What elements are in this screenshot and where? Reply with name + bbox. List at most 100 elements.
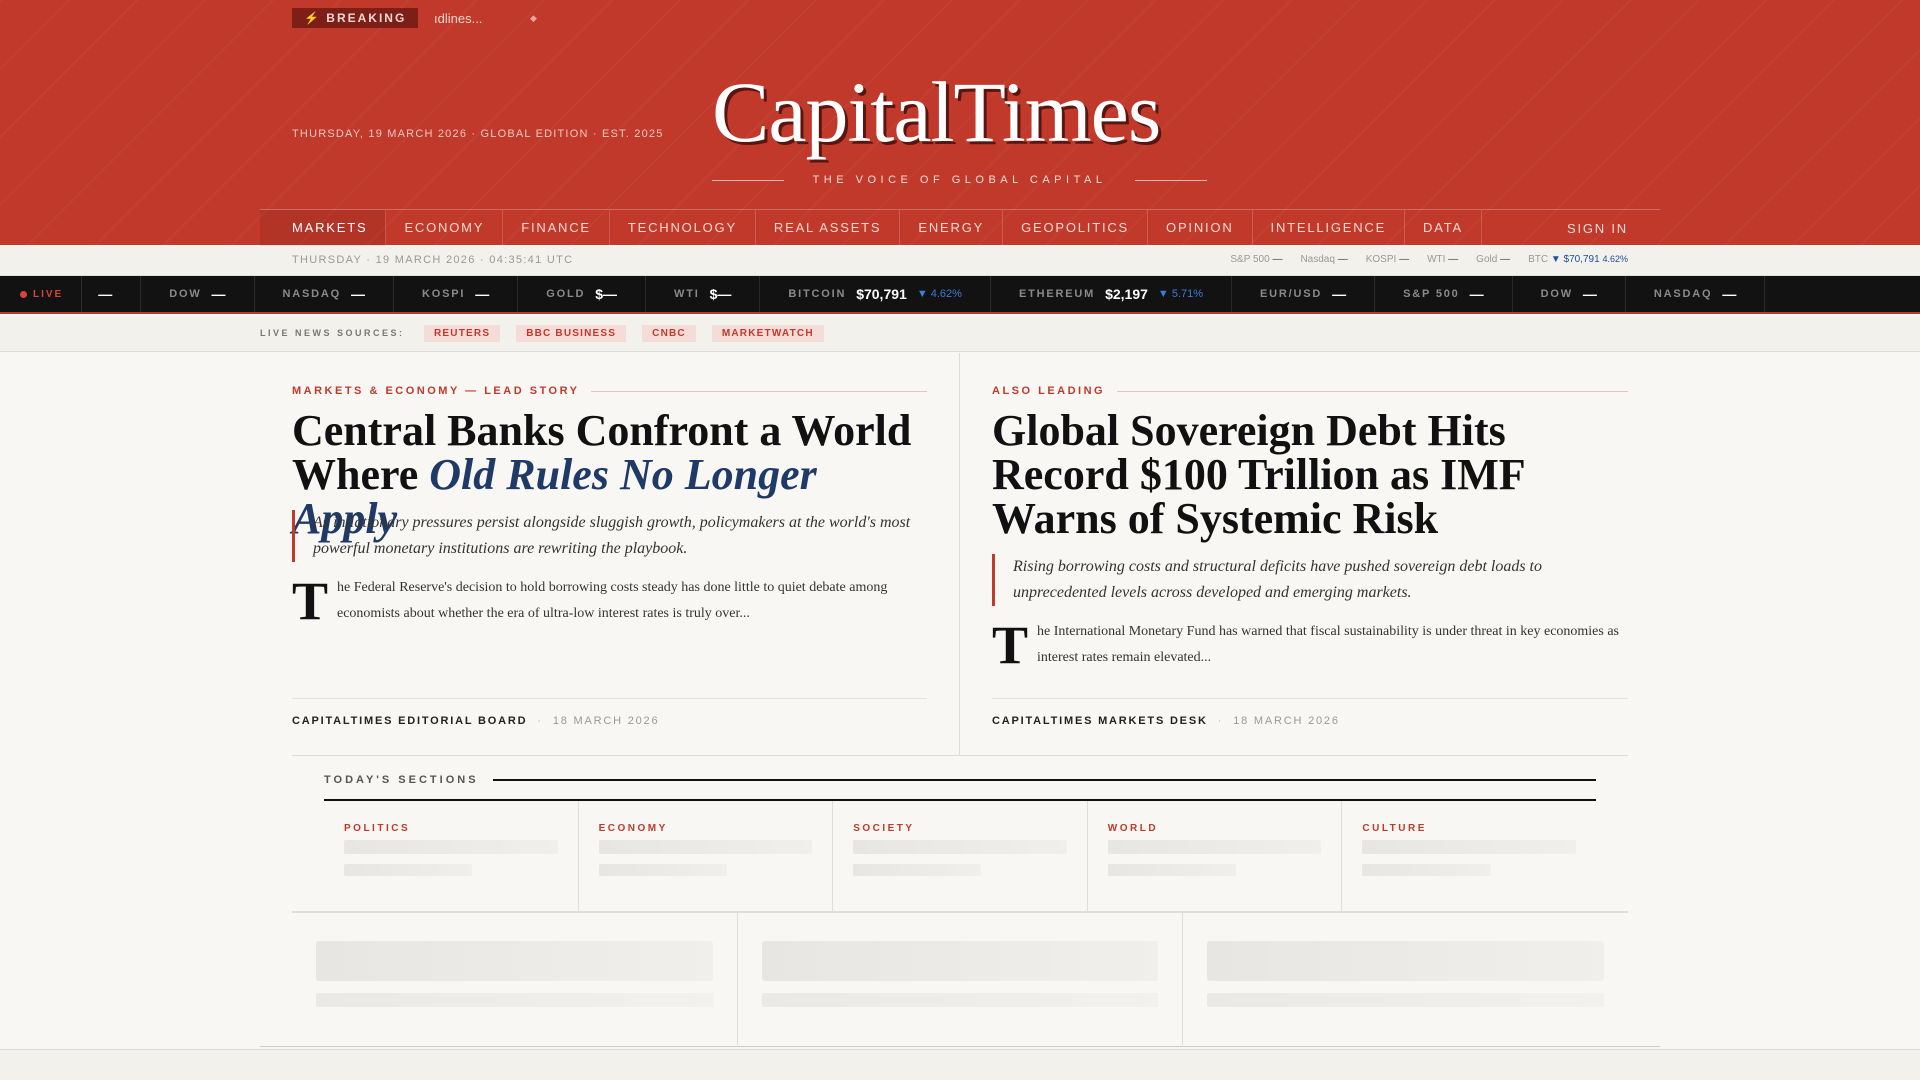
todays-sections-heading: TODAY'S SECTIONS (324, 774, 1596, 786)
ticker-item[interactable]: DOW — (141, 276, 255, 312)
stories-bottom-rule (292, 755, 1628, 756)
loading-skeleton (853, 864, 982, 876)
nav-technology[interactable]: TECHNOLOGY (610, 209, 756, 246)
mini-ticker-item[interactable]: KOSPI — (1366, 254, 1409, 265)
source-reuters[interactable]: REUTERS (424, 325, 501, 342)
nav-markets[interactable]: MARKETS (260, 209, 387, 246)
ticker-item[interactable]: NASDAQ — (1626, 276, 1766, 312)
current-datetime: THURSDAY · 19 MARCH 2026 · 04:35:41 UTC (292, 254, 574, 266)
breaking-badge[interactable]: ⚡ BREAKING (292, 8, 419, 28)
source-marketwatch[interactable]: MARKETWATCH (711, 325, 824, 342)
loading-skeleton (761, 941, 1159, 981)
section-economy[interactable]: ECONOMY (579, 801, 834, 911)
diamond-icon: ◆ (530, 13, 537, 23)
nav-economy[interactable]: ECONOMY (386, 209, 504, 246)
lead-byline: CAPITALTIMES EDITORIAL BOARD · 18 MARCH 20… (292, 698, 927, 727)
lead-body: The Federal Reserve's decision to hold b… (292, 571, 888, 631)
loading-cards (292, 913, 1628, 1045)
loading-skeleton (1107, 864, 1236, 876)
nav-intelligence[interactable]: INTELLIGENCE (1253, 209, 1406, 246)
mini-ticker-item[interactable]: S&P 500 — (1230, 254, 1282, 265)
loading-skeleton (761, 993, 1159, 1007)
source-bbc-business[interactable]: BBC BUSINESS (516, 325, 627, 342)
ticker-item[interactable]: NASDAQ — (255, 276, 394, 312)
sources-list: REUTERS BBC BUSINESS CNBC MARKETWATCH (424, 325, 824, 342)
section-society[interactable]: SOCIETY (833, 801, 1088, 911)
second-body: The International Monetary Fund has warn… (992, 615, 1620, 675)
breaking-label: BREAKING (326, 11, 407, 25)
main-nav: MARKETS ECONOMY FINANCE TECHNOLOGY REAL … (260, 209, 1660, 246)
loading-skeleton (1207, 993, 1605, 1007)
sign-in-link[interactable]: SIGN IN (1567, 210, 1628, 246)
ticker-item[interactable]: WTI $— (646, 276, 761, 312)
kicker-rule (591, 390, 927, 392)
second-headline[interactable]: Global Sovereign Debt Hits Record $100 T… (992, 409, 1628, 541)
tagline-rule-left (712, 179, 784, 181)
column-divider (959, 353, 960, 755)
loading-skeleton (1207, 941, 1605, 981)
nav-data[interactable]: DATA (1405, 209, 1482, 246)
section-culture[interactable]: CULTURE (1342, 801, 1596, 911)
sections-row: POLITICS ECONOMY SOCIETY WORLD CULTURE (324, 799, 1596, 911)
edition-dateline: THURSDAY, 19 MARCH 2026 · GLOBAL EDITION… (292, 128, 664, 140)
site-logo[interactable]: CapitalTimes (712, 62, 1161, 162)
lead-author[interactable]: CAPITALTIMES EDITORIAL BOARD (292, 715, 527, 727)
sources-label: LIVE NEWS SOURCES: (260, 328, 405, 338)
second-story: ALSO LEADING Global Sovereign Debt Hits … (992, 353, 1628, 755)
second-drop-cap: T (992, 615, 1029, 675)
kicker-rule (1117, 390, 1628, 392)
mini-ticker-item[interactable]: Gold — (1476, 254, 1510, 265)
nav-opinion[interactable]: OPINION (1148, 209, 1253, 246)
live-dot-icon (20, 290, 27, 298)
lead-kicker: MARKETS & ECONOMY — LEAD STORY (292, 385, 927, 397)
lead-story: MARKETS & ECONOMY — LEAD STORY Central B… (292, 353, 927, 755)
ticker-item[interactable]: GOLD $— (518, 276, 647, 312)
loading-skeleton (1362, 864, 1491, 876)
loading-skeleton (344, 864, 473, 876)
ticker-item[interactable]: ETHEREUM $2,197 ▼ 5.71% (991, 276, 1233, 312)
loading-skeleton (344, 840, 558, 854)
source-cnbc[interactable]: CNBC (642, 325, 696, 342)
section-politics[interactable]: POLITICS (324, 801, 579, 911)
second-author[interactable]: CAPITALTIMES MARKETS DESK (992, 715, 1208, 727)
tagline: THE VOICE OF GLOBAL CAPITAL (712, 174, 1207, 186)
nav-real-assets[interactable]: REAL ASSETS (756, 209, 901, 246)
lead-date: 18 MARCH 2026 (552, 715, 660, 727)
loading-skeleton (853, 840, 1067, 854)
ticker-item[interactable]: DOW — (1513, 276, 1626, 312)
second-byline: CAPITALTIMES MARKETS DESK · 18 MARCH 2026 (992, 698, 1628, 727)
footer-rule (260, 1046, 1660, 1047)
ticker-item[interactable]: S&P 500— (1375, 276, 1513, 312)
ticker-item[interactable]: BITCOIN $70,791 ▼ 4.62% (760, 276, 991, 312)
masthead: ⚡ BREAKING ıdlines... ◆ THURSDAY, 19 MAR… (0, 0, 1920, 246)
mini-ticker-item[interactable]: BTC ▼ $70,791 4.62% (1528, 254, 1628, 265)
lead-dek: As inflationary pressures persist alongs… (292, 510, 927, 562)
tagline-rule-right (1135, 179, 1207, 181)
live-indicator: LIVE (0, 276, 83, 312)
ticker-item[interactable]: — (82, 276, 142, 312)
news-sources-bar: LIVE NEWS SOURCES: REUTERS BBC BUSINESS … (0, 316, 1920, 352)
second-date: 18 MARCH 2026 (1233, 715, 1340, 727)
tagline-text: THE VOICE OF GLOBAL CAPITAL (812, 174, 1107, 186)
second-kicker: ALSO LEADING (992, 385, 1628, 397)
second-dek: Rising borrowing costs and structural de… (992, 554, 1628, 606)
loading-skeleton (1107, 840, 1322, 854)
section-world[interactable]: WORLD (1088, 801, 1343, 911)
mini-ticker-item[interactable]: Nasdaq — (1300, 254, 1347, 265)
breaking-headline[interactable]: ıdlines... (434, 11, 482, 26)
mini-ticker-item[interactable]: WTI — (1427, 254, 1458, 265)
loading-skeleton (316, 941, 713, 981)
lead-drop-cap: T (292, 571, 329, 631)
loading-skeleton (1362, 840, 1576, 854)
ticker-item[interactable]: KOSPI — (394, 276, 519, 312)
nav-energy[interactable]: ENERGY (900, 209, 1004, 246)
nav-geopolitics[interactable]: GEOPOLITICS (1003, 209, 1149, 246)
market-ticker: LIVE — DOW — NASDAQ — KOSPI — GOLD $— WTI $— … (0, 276, 1920, 314)
nav-finance[interactable]: FINANCE (503, 209, 610, 246)
ticker-item[interactable]: EUR/USD — (1232, 276, 1376, 312)
loading-card (292, 913, 738, 1045)
loading-skeleton (316, 993, 713, 1007)
loading-skeleton (598, 864, 727, 876)
mini-ticker: S&P 500 — Nasdaq — KOSPI — WTI — Gold — … (1230, 254, 1628, 265)
section-rule (492, 779, 1596, 781)
